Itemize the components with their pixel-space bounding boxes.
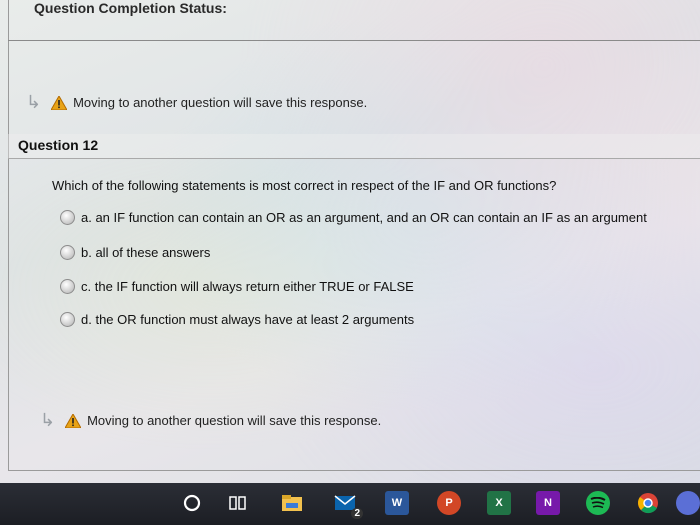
answer-option-c[interactable]: c. the IF function will always return ei… bbox=[60, 279, 414, 294]
save-notice-bottom: ↳ Moving to another question will save t… bbox=[40, 410, 381, 431]
chrome-icon[interactable] bbox=[636, 491, 660, 515]
app-icon-partial[interactable] bbox=[676, 491, 700, 515]
word-label: W bbox=[391, 497, 403, 509]
warning-icon bbox=[65, 413, 82, 428]
question-number: Question 12 bbox=[18, 137, 99, 153]
powerpoint-icon[interactable]: P bbox=[437, 491, 461, 515]
excel-label: X bbox=[495, 497, 503, 509]
answer-option-label: a. an IF function can contain an OR as a… bbox=[81, 210, 647, 225]
question-header: Question 12 bbox=[8, 134, 700, 159]
screen-moire-overlay bbox=[0, 0, 700, 525]
onenote-label: N bbox=[544, 497, 552, 509]
warning-icon bbox=[51, 95, 68, 110]
answer-option-a[interactable]: a. an IF function can contain an OR as a… bbox=[60, 210, 647, 225]
excel-icon[interactable]: X bbox=[487, 491, 511, 515]
save-notice-top: ↳ Moving to another question will save t… bbox=[26, 92, 367, 113]
answer-option-b[interactable]: b. all of these answers bbox=[60, 245, 210, 260]
answer-option-label: b. all of these answers bbox=[81, 245, 211, 260]
onenote-icon[interactable]: N bbox=[536, 491, 560, 515]
windows-taskbar: 2 W P X N bbox=[0, 483, 700, 525]
question-completion-status-label: Question Completion Status: bbox=[34, 0, 227, 16]
word-icon[interactable]: W bbox=[385, 491, 409, 515]
answer-option-d[interactable]: d. the OR function must always have at l… bbox=[60, 312, 414, 327]
radio-button[interactable] bbox=[60, 312, 75, 327]
answer-option-label: c. the IF function will always return ei… bbox=[81, 279, 414, 294]
file-explorer-icon[interactable] bbox=[280, 491, 304, 515]
spotify-icon[interactable] bbox=[586, 491, 610, 515]
radio-button[interactable] bbox=[60, 279, 75, 294]
powerpoint-label: P bbox=[445, 497, 453, 509]
mail-icon[interactable]: 2 bbox=[333, 491, 363, 519]
save-notice-text: Moving to another question will save thi… bbox=[87, 413, 382, 428]
save-notice-text: Moving to another question will save thi… bbox=[73, 95, 368, 110]
status-divider bbox=[8, 40, 700, 41]
radio-button[interactable] bbox=[60, 245, 75, 260]
mail-unread-badge: 2 bbox=[351, 508, 363, 519]
task-view-icon[interactable] bbox=[226, 491, 250, 515]
return-arrow-icon: ↳ bbox=[26, 92, 42, 112]
answer-option-label: d. the OR function must always have at l… bbox=[81, 312, 415, 327]
radio-button[interactable] bbox=[60, 210, 75, 225]
return-arrow-icon: ↳ bbox=[40, 410, 56, 430]
content-bottom-divider bbox=[8, 470, 700, 471]
question-prompt: Which of the following statements is mos… bbox=[52, 178, 557, 193]
cortana-icon[interactable] bbox=[180, 491, 204, 515]
content-left-border bbox=[8, 0, 9, 471]
